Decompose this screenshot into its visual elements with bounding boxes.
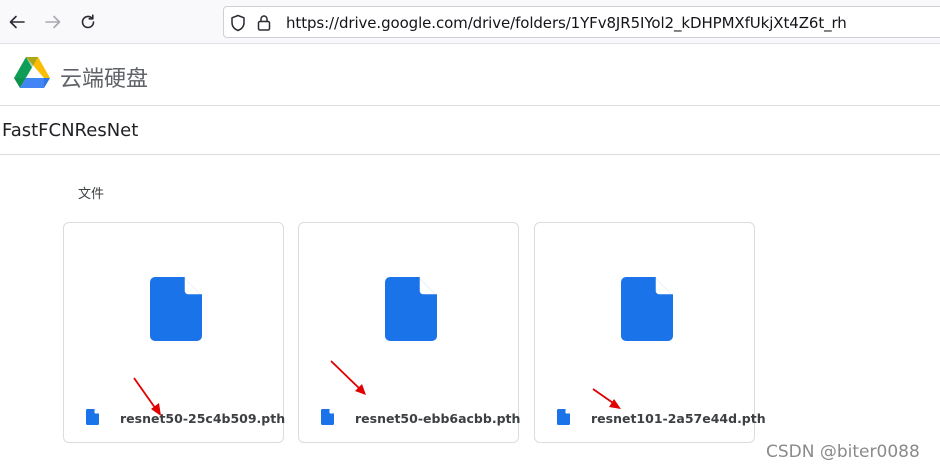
file-card[interactable]: resnet50-ebb6acbb.pth bbox=[298, 222, 520, 443]
file-name[interactable]: resnet101-2a57e44d.pth bbox=[591, 411, 766, 426]
arrow-right-icon bbox=[45, 15, 61, 29]
file-thumbnail-icon bbox=[385, 277, 437, 341]
app-header: 云端硬盘 bbox=[0, 44, 940, 106]
reload-icon bbox=[81, 14, 95, 29]
back-button[interactable] bbox=[2, 7, 32, 37]
app-name[interactable]: 云端硬盘 bbox=[60, 61, 148, 93]
address-bar[interactable]: https://drive.google.com/drive/folders/1… bbox=[223, 6, 940, 38]
reload-button[interactable] bbox=[73, 7, 103, 37]
watermark: CSDN @biter0088 bbox=[766, 442, 920, 462]
folder-title: FastFCNResNet bbox=[2, 120, 139, 141]
shield-icon[interactable] bbox=[230, 14, 246, 32]
page: https://drive.google.com/drive/folders/1… bbox=[0, 0, 940, 470]
lock-icon[interactable] bbox=[257, 14, 271, 32]
browser-toolbar: https://drive.google.com/drive/folders/1… bbox=[0, 0, 940, 44]
section-label-files: 文件 bbox=[78, 187, 105, 202]
file-card[interactable]: resnet101-2a57e44d.pth bbox=[534, 222, 766, 443]
url-text[interactable]: https://drive.google.com/drive/folders/1… bbox=[286, 14, 847, 32]
file-icon bbox=[86, 409, 99, 425]
file-name[interactable]: resnet50-25c4b509.pth bbox=[120, 411, 285, 426]
google-drive-logo-icon[interactable] bbox=[13, 56, 51, 90]
file-thumbnail-icon bbox=[621, 277, 673, 341]
file-icon bbox=[557, 409, 570, 425]
file-icon bbox=[321, 409, 334, 425]
arrow-left-icon bbox=[9, 15, 25, 29]
file-name[interactable]: resnet50-ebb6acbb.pth bbox=[355, 411, 520, 426]
file-thumbnail-icon bbox=[150, 277, 202, 341]
folder-header: FastFCNResNet bbox=[0, 106, 940, 155]
file-card[interactable]: resnet50-25c4b509.pth bbox=[63, 222, 285, 443]
forward-button[interactable] bbox=[38, 7, 68, 37]
